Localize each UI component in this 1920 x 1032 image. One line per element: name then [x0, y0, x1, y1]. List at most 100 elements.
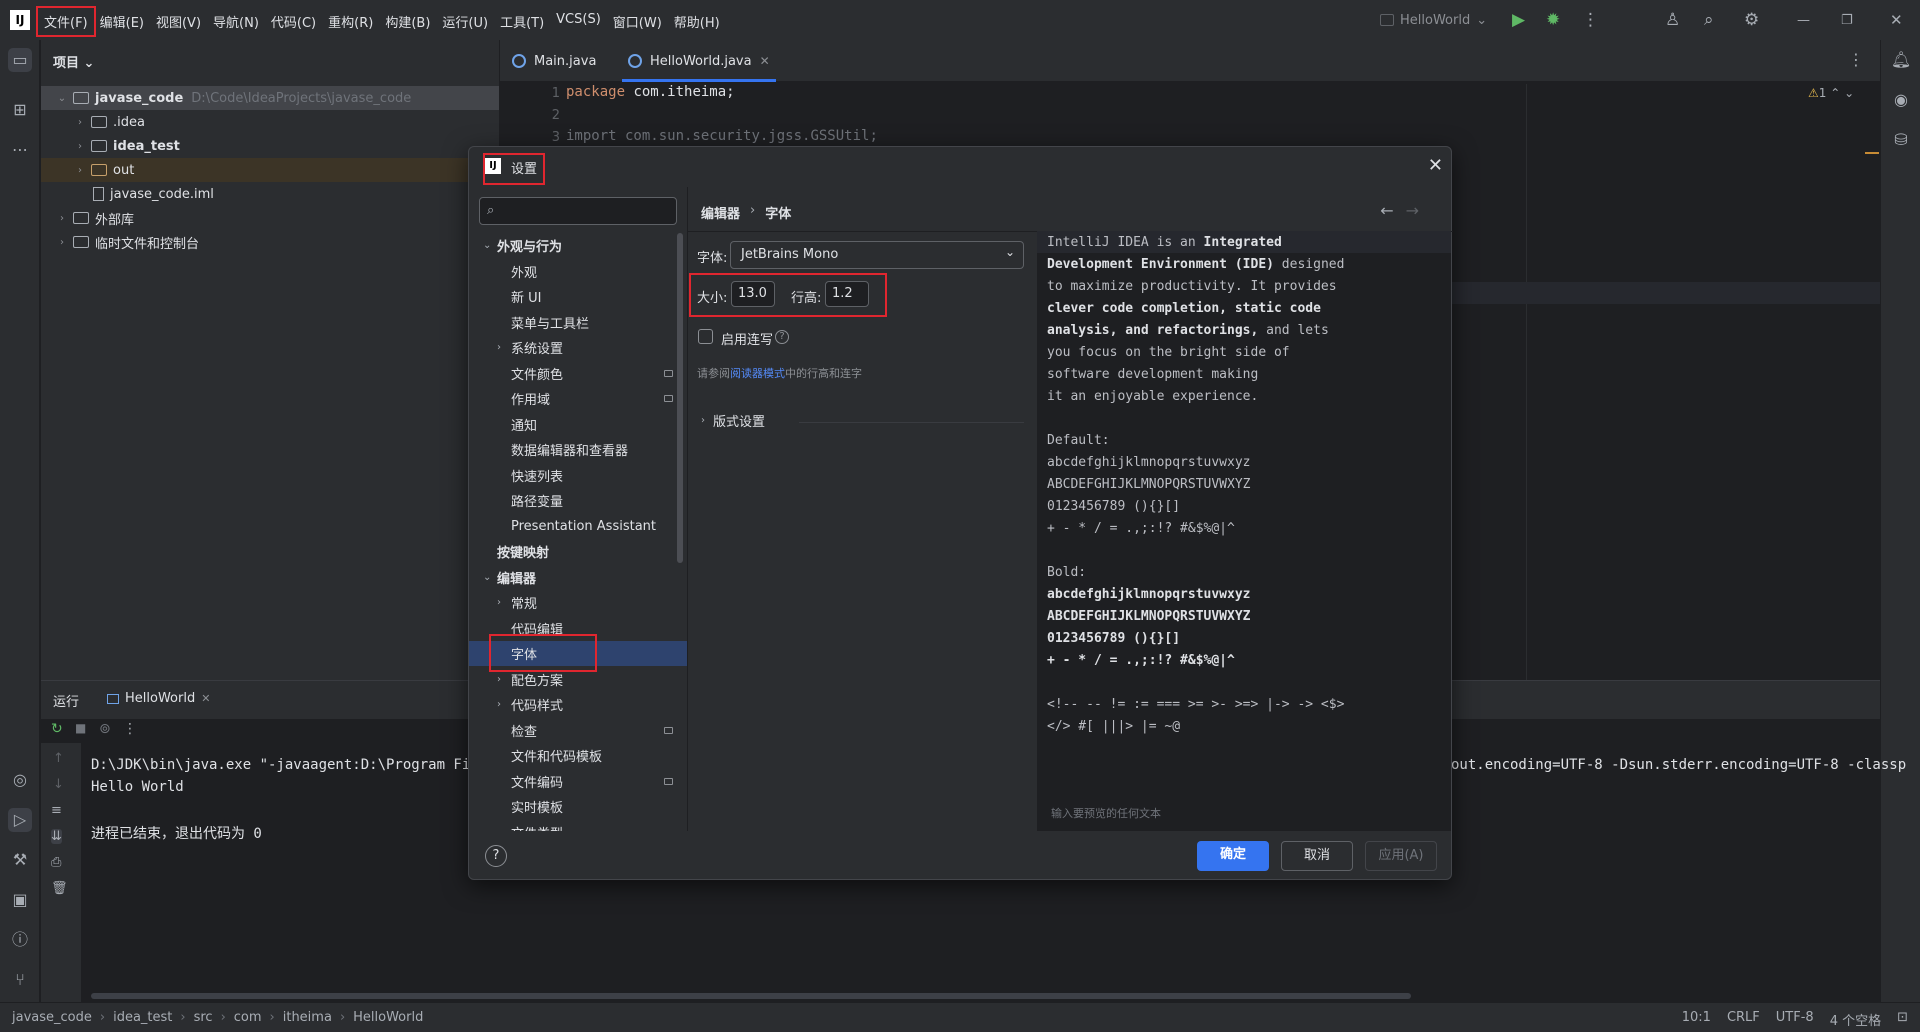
file-encoding[interactable]: UTF-8 — [1776, 1010, 1814, 1029]
indent-setting[interactable]: 4 个空格 — [1830, 1010, 1881, 1029]
tree-scrollbar[interactable] — [677, 233, 683, 563]
menu-item[interactable]: 代码(C) — [265, 8, 322, 35]
git-icon[interactable]: ⑂ — [8, 968, 32, 992]
add-user-icon[interactable]: ♙ — [1665, 0, 1680, 40]
typography-section[interactable]: › 版式设置 — [701, 411, 765, 430]
cancel-button[interactable]: 取消 — [1281, 841, 1353, 871]
settings-tree-item[interactable]: 文件类型 — [469, 820, 687, 832]
menu-item[interactable]: 工具(T) — [494, 8, 550, 35]
settings-tree-item[interactable]: 文件颜色 — [469, 361, 687, 386]
search-icon[interactable]: ⌕ — [1704, 0, 1714, 40]
more-tools-icon[interactable]: ⋯ — [8, 138, 32, 162]
menu-item[interactable]: 帮助(H) — [668, 8, 726, 35]
code-line[interactable]: import com.sun.security.jgss.GSSUtil; — [566, 128, 878, 144]
crumb-itheima[interactable]: itheima — [283, 1010, 332, 1025]
print-icon[interactable]: ⎙ — [51, 855, 61, 870]
apply-button[interactable]: 应用(A) — [1365, 841, 1437, 871]
settings-tree-item[interactable]: › 常规 — [469, 590, 687, 615]
close-tab-icon[interactable]: ✕ — [760, 54, 770, 68]
arrow-forward-icon[interactable]: → — [1406, 201, 1431, 220]
settings-search-input[interactable]: ⌕ — [479, 197, 677, 225]
settings-tree-item[interactable]: ⌄ 外观与行为 — [469, 233, 687, 258]
tree-item-iml[interactable]: javase_code.iml — [41, 182, 499, 206]
ai-assistant-icon[interactable]: ◉ — [1889, 88, 1913, 112]
settings-tree-item[interactable]: 文件编码 — [469, 769, 687, 794]
help-icon[interactable]: ? — [775, 330, 789, 344]
font-preview[interactable]: 输入要预览的任何文本 IntelliJ IDEA is an Integrate… — [1037, 231, 1451, 831]
ok-button[interactable]: 确定 — [1197, 841, 1269, 871]
problems-icon[interactable]: ⓘ — [8, 928, 32, 952]
stop-icon[interactable]: ■ — [75, 721, 86, 735]
tree-item-out[interactable]: › out — [41, 158, 499, 182]
settings-tree-item[interactable]: 快速列表 — [469, 463, 687, 488]
menu-item[interactable]: 构建(B) — [379, 8, 436, 35]
crumb-src[interactable]: src — [194, 1010, 213, 1025]
settings-tree-item[interactable]: 菜单与工具栏 — [469, 310, 687, 335]
line-separator[interactable]: CRLF — [1727, 1010, 1760, 1029]
scroll-to-end-icon[interactable]: ⇊ — [51, 829, 62, 844]
line-height-input[interactable]: 1.2 — [825, 281, 869, 307]
settings-tree-item[interactable]: 作用域 — [469, 386, 687, 411]
menu-item[interactable]: 重构(R) — [322, 8, 379, 35]
project-folder-icon[interactable]: ▭ — [8, 48, 32, 72]
gear-icon[interactable]: ⚙ — [1744, 0, 1759, 40]
ligatures-checkbox[interactable] — [698, 329, 713, 344]
minimize-icon[interactable]: — — [1797, 0, 1810, 40]
tree-item-external-libs[interactable]: › 外部库 — [41, 206, 499, 230]
soft-wrap-icon[interactable]: ≡ — [51, 803, 62, 818]
structure-icon[interactable]: ⊞ — [8, 98, 32, 122]
snapshot-icon[interactable]: ⊚ — [99, 721, 111, 737]
run-icon[interactable]: ▶ — [1512, 0, 1525, 40]
crumb-com[interactable]: com — [234, 1010, 262, 1025]
reader-mode-link[interactable]: 阅读器模式 — [730, 367, 785, 380]
caret-position[interactable]: 10:1 — [1682, 1010, 1711, 1029]
rerun-icon[interactable]: ↻ — [51, 721, 63, 737]
trash-icon[interactable]: 🗑︎ — [51, 881, 68, 896]
settings-tree-item[interactable]: 数据编辑器和查看器 — [469, 437, 687, 462]
menu-item[interactable]: 运行(U) — [436, 8, 494, 35]
menu-item[interactable]: 编辑(E) — [94, 8, 150, 35]
settings-tree-item[interactable]: ⌄ 编辑器 — [469, 565, 687, 590]
run-tool-icon[interactable]: ▷ — [8, 808, 32, 832]
run-config-selector[interactable]: HelloWorld ⌄ — [1380, 0, 1487, 40]
more-icon[interactable]: ⋮ — [1848, 50, 1864, 69]
crumb-idea-test[interactable]: idea_test — [113, 1010, 172, 1025]
maximize-icon[interactable]: ❐ — [1841, 0, 1853, 40]
tree-item-javase-code[interactable]: ⌄ javase_code D:\Code\IdeaProjects\javase… — [41, 86, 499, 110]
settings-tree-item[interactable]: 路径变量 — [469, 488, 687, 513]
font-size-input[interactable]: 13.0 — [731, 281, 775, 307]
close-window-icon[interactable]: ✕ — [1890, 0, 1903, 40]
tree-item-scratches[interactable]: › 临时文件和控制台 — [41, 230, 499, 254]
arrow-back-icon[interactable]: ← — [1380, 201, 1405, 220]
crumb-javase-code[interactable]: javase_code — [12, 1010, 92, 1025]
close-icon[interactable]: ✕ — [1428, 155, 1443, 176]
arrow-down-icon[interactable]: ↓ — [53, 777, 64, 792]
settings-tree-item[interactable]: 按键映射 — [469, 539, 687, 564]
tree-item-idea[interactable]: › .idea — [41, 110, 499, 134]
settings-tree-item[interactable]: 通知 — [469, 412, 687, 437]
settings-tree-item[interactable]: 新 UI — [469, 284, 687, 309]
code-line[interactable]: package com.itheima; — [566, 84, 735, 100]
settings-tree-item[interactable]: Presentation Assistant — [469, 514, 687, 539]
services-icon[interactable]: ◎ — [8, 768, 32, 792]
build-icon[interactable]: ⚒ — [8, 848, 32, 872]
menu-item[interactable]: 文件(F) — [36, 6, 96, 37]
warning-indicator[interactable]: ⚠1 ⌃ ⌄ — [1808, 86, 1854, 100]
font-select[interactable]: JetBrains Mono ⌄ — [730, 241, 1024, 269]
run-tab-helloworld[interactable]: HelloWorld ✕ — [107, 691, 210, 706]
crumb-helloworld[interactable]: HelloWorld — [353, 1010, 423, 1025]
settings-tree-item[interactable]: 外观 — [469, 259, 687, 284]
horizontal-scrollbar[interactable] — [91, 993, 1411, 999]
menu-item[interactable]: VCS(S) — [550, 8, 607, 35]
debug-icon[interactable]: ✹ — [1546, 0, 1560, 40]
project-header[interactable]: 项目 ⌄ — [53, 52, 94, 71]
tree-item-idea-test[interactable]: › idea_test — [41, 134, 499, 158]
more-icon[interactable]: ⋮ — [1582, 0, 1599, 40]
tab-main-java[interactable]: Main.java — [512, 40, 596, 82]
settings-tree-item[interactable]: 实时模板 — [469, 794, 687, 819]
settings-tree-item[interactable]: 检查 — [469, 718, 687, 743]
tab-helloworld-java[interactable]: HelloWorld.java ✕ — [622, 40, 776, 82]
close-tab-icon[interactable]: ✕ — [201, 692, 210, 705]
help-button[interactable]: ? — [485, 845, 507, 867]
more-icon[interactable]: ⋮ — [123, 721, 137, 737]
